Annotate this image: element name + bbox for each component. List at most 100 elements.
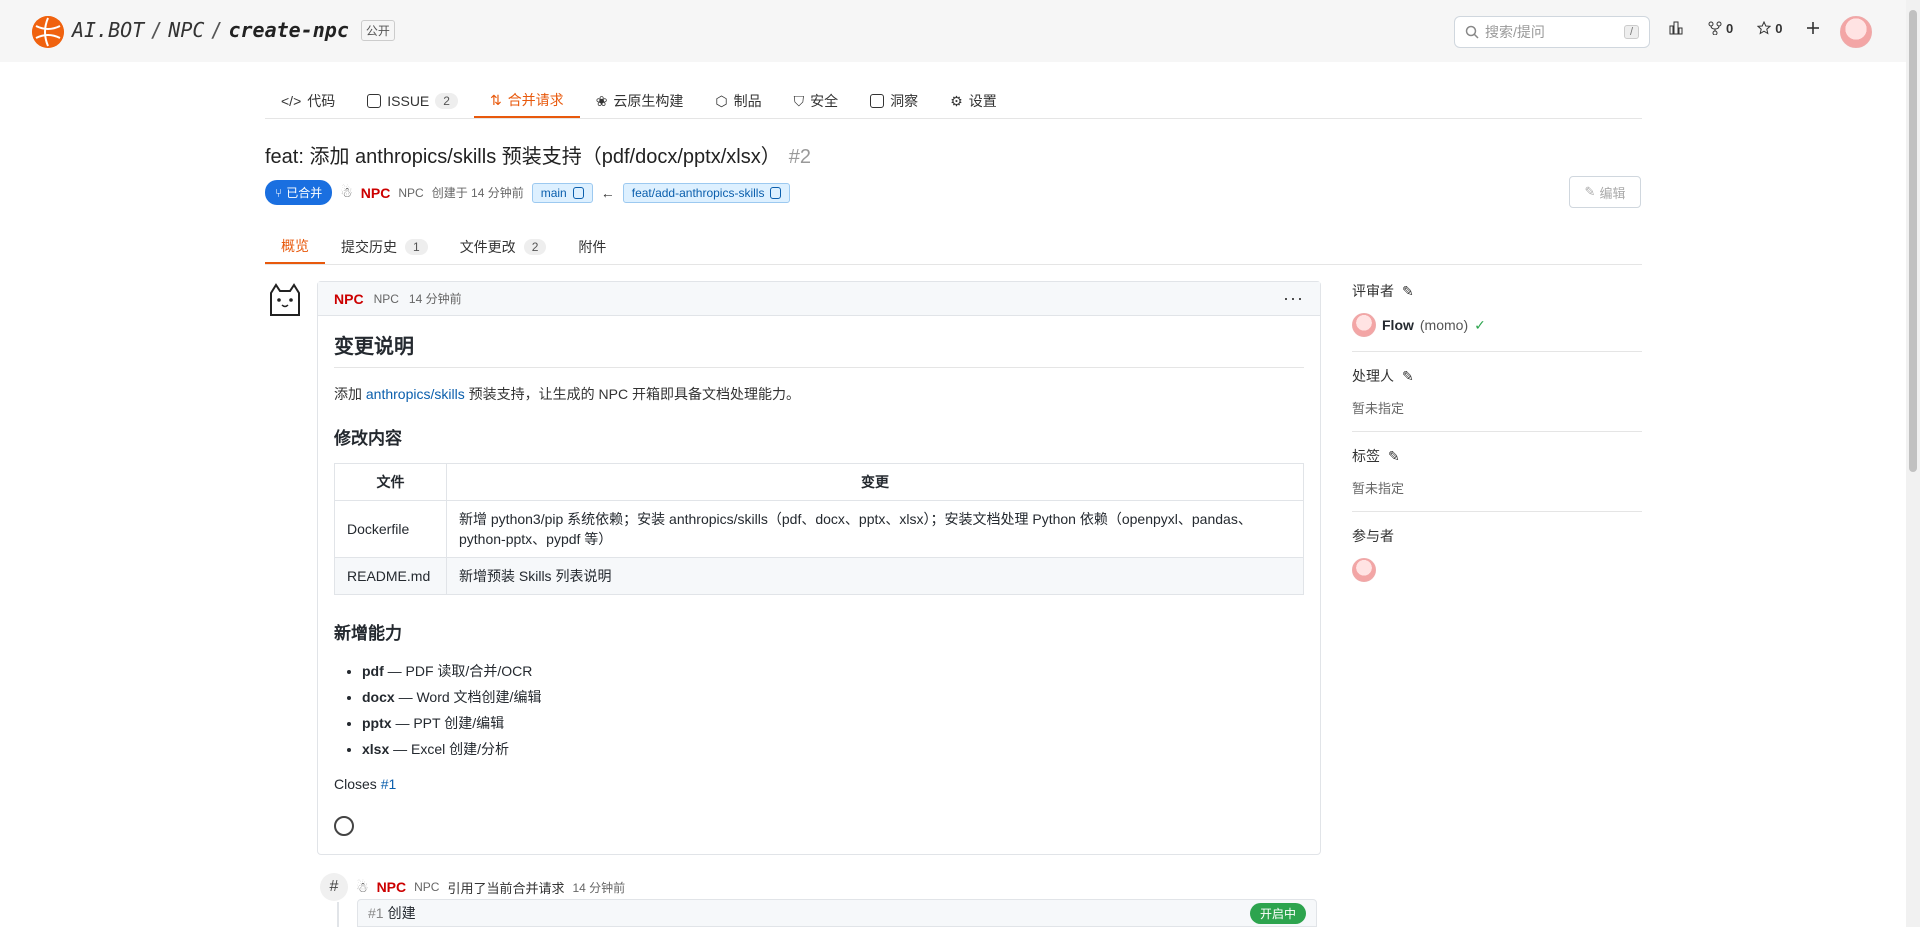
subtab-attachments[interactable]: 附件 bbox=[562, 230, 622, 264]
pencil-icon[interactable]: ✎ bbox=[1402, 283, 1414, 300]
plus-icon bbox=[1807, 22, 1820, 34]
timeline-line bbox=[337, 902, 339, 927]
changes-table: 文件 变更 Dockerfile 新增 python3/pip 系统依赖；安装 … bbox=[334, 463, 1304, 595]
referenced-issue-card[interactable]: #1 创建 开启中 bbox=[357, 899, 1317, 927]
list-item: docx — Word 文档创建/编辑 bbox=[362, 684, 1304, 710]
search-placeholder: 搜索/提问 bbox=[1485, 24, 1545, 40]
tab-security[interactable]: ⛉ 安全 bbox=[778, 84, 855, 118]
comment-body: 变更说明 添加 anthropics/skills 预装支持，让生成的 NPC … bbox=[318, 316, 1320, 850]
reference-time: 14 分钟前 bbox=[572, 880, 626, 895]
search-icon bbox=[1465, 25, 1479, 39]
pr-number: #2 bbox=[788, 146, 811, 168]
comment-time: 14 分钟前 bbox=[408, 292, 462, 306]
top-actions: 0 0 bbox=[1668, 20, 1820, 36]
assignee-value: 暂未指定 bbox=[1352, 401, 1405, 416]
target-branch[interactable]: main bbox=[531, 182, 593, 203]
comment-menu-button[interactable]: ··· bbox=[1283, 288, 1304, 309]
source-branch[interactable]: feat/add-anthropics-skills bbox=[622, 182, 791, 203]
emoji-reaction-icon[interactable] bbox=[334, 816, 354, 836]
cat-avatar-icon[interactable] bbox=[265, 281, 305, 321]
breadcrumb-repo[interactable]: create-npc bbox=[228, 18, 348, 42]
table-header-row: 文件 变更 bbox=[334, 463, 1304, 501]
tab-code[interactable]: </> 代码 bbox=[265, 84, 351, 118]
star-button[interactable]: 0 bbox=[1757, 21, 1782, 36]
table-cell: 新增预装 Skills 列表说明 bbox=[446, 557, 1304, 595]
table-cell: README.md bbox=[334, 557, 447, 595]
list-item: xlsx — Excel 创建/分析 bbox=[362, 736, 1304, 762]
package-icon: ⬡ bbox=[715, 92, 728, 109]
subtab-files[interactable]: 文件更改 2 bbox=[444, 230, 563, 264]
breadcrumb-group[interactable]: NPC bbox=[168, 18, 204, 42]
comment-author[interactable]: NPC bbox=[334, 291, 364, 307]
features-list: pdf — PDF 读取/合并/OCR docx — Word 文档创建/编辑 … bbox=[334, 658, 1304, 762]
pencil-icon[interactable]: ✎ bbox=[1402, 368, 1414, 385]
subtab-commits[interactable]: 提交历史 1 bbox=[325, 230, 444, 264]
scrollbar-thumb[interactable] bbox=[1909, 10, 1917, 472]
breadcrumb: AI.BOT / NPC / create-npc 公开 bbox=[72, 18, 395, 42]
gear-icon: ⚙ bbox=[950, 92, 963, 109]
cloud-build-icon: ❀ bbox=[595, 92, 608, 109]
edit-button[interactable]: ✎ 编辑 bbox=[1569, 176, 1641, 208]
files-count: 2 bbox=[523, 239, 547, 255]
subtab-overview[interactable]: 概览 bbox=[265, 230, 325, 264]
shield-icon: ⛉ bbox=[793, 92, 805, 109]
pencil-icon[interactable]: ✎ bbox=[1388, 448, 1400, 465]
changes-heading: 修改内容 bbox=[334, 429, 402, 448]
table-header: 变更 bbox=[446, 463, 1304, 501]
pr-meta: ⑂ 已合并 ☃ NPC NPC 创建于 14 分钟前 main ← feat/ad… bbox=[265, 180, 791, 205]
code-icon: </> bbox=[281, 93, 302, 109]
tab-cloud-build[interactable]: ❀ 云原生构建 bbox=[580, 84, 700, 118]
comment-intro: 添加 anthropics/skills 预装支持，让生成的 NPC 开箱即具备… bbox=[334, 386, 800, 402]
tab-artifacts[interactable]: ⬡ 制品 bbox=[699, 84, 777, 118]
copy-icon[interactable] bbox=[770, 186, 782, 199]
table-cell: Dockerfile bbox=[334, 500, 447, 558]
check-icon: ✓ bbox=[1474, 316, 1486, 333]
tab-settings[interactable]: ⚙ 设置 bbox=[934, 84, 1013, 118]
pr-description-comment: NPC NPC 14 分钟前 ··· 变更说明 添加 anthropics/sk… bbox=[317, 281, 1321, 855]
labels-value: 暂未指定 bbox=[1352, 481, 1405, 496]
closes-issue-link[interactable]: #1 bbox=[381, 776, 397, 792]
reviewer-name[interactable]: Flow bbox=[1382, 317, 1414, 333]
pencil-icon: ✎ bbox=[1584, 184, 1596, 199]
reference-event: # ☃ NPC NPC 引用了当前合并请求 14 分钟前 bbox=[320, 873, 625, 901]
breadcrumb-org[interactable]: AI.BOT bbox=[72, 18, 144, 42]
user-avatar[interactable] bbox=[1840, 16, 1872, 48]
labels-section: 标签 ✎ 暂未指定 bbox=[1352, 446, 1642, 512]
search-shortcut: / bbox=[1623, 25, 1639, 39]
reviewer-avatar[interactable] bbox=[1352, 313, 1376, 337]
watch-button[interactable] bbox=[1668, 20, 1684, 36]
pr-title: feat: 添加 anthropics/skills 预装支持（pdf/docx… bbox=[265, 146, 811, 168]
comment-author-sub: NPC bbox=[373, 291, 399, 306]
skills-link[interactable]: anthropics/skills bbox=[366, 386, 465, 402]
tab-insights[interactable]: 洞察 bbox=[854, 84, 934, 118]
referenced-issue-number: #1 bbox=[368, 905, 384, 921]
logo-icon[interactable] bbox=[32, 16, 64, 48]
merge-request-icon: ⇅ bbox=[489, 91, 502, 108]
tab-issue[interactable]: ISSUE 2 bbox=[351, 84, 474, 118]
participants-section: 参与者 bbox=[1352, 526, 1642, 582]
author-icon: ☃ bbox=[340, 184, 353, 200]
participant-avatar[interactable] bbox=[1352, 558, 1376, 582]
page-scrollbar[interactable] bbox=[1906, 0, 1920, 927]
copy-icon[interactable] bbox=[572, 186, 584, 199]
tab-merge-requests[interactable]: ⇅ 合并请求 bbox=[473, 84, 580, 118]
closes-line: Closes #1 bbox=[334, 776, 397, 792]
reference-action: 引用了当前合并请求 bbox=[447, 880, 565, 896]
watch-icon bbox=[1669, 21, 1683, 35]
reference-author[interactable]: NPC bbox=[377, 879, 407, 895]
create-button[interactable] bbox=[1806, 21, 1820, 35]
fork-button[interactable]: 0 bbox=[1708, 21, 1733, 36]
reviewers-section: 评审者 ✎ Flow (momo) ✓ bbox=[1352, 281, 1642, 352]
fork-count: 0 bbox=[1726, 20, 1734, 36]
star-icon bbox=[1757, 21, 1772, 35]
top-bar: AI.BOT / NPC / create-npc 公开 搜索/提问 / 0 0 bbox=[0, 0, 1920, 62]
issue-status-badge: 开启中 bbox=[1249, 902, 1306, 924]
list-item: pptx — PPT 创建/编辑 bbox=[362, 710, 1304, 736]
search-input[interactable]: 搜索/提问 / bbox=[1454, 16, 1650, 48]
pr-author[interactable]: NPC bbox=[361, 185, 391, 201]
issue-icon bbox=[367, 94, 382, 108]
breadcrumb-separator: / bbox=[150, 18, 163, 42]
features-heading: 新增能力 bbox=[334, 624, 402, 643]
author-icon: ☃ bbox=[356, 878, 369, 895]
commits-count: 1 bbox=[405, 239, 428, 255]
